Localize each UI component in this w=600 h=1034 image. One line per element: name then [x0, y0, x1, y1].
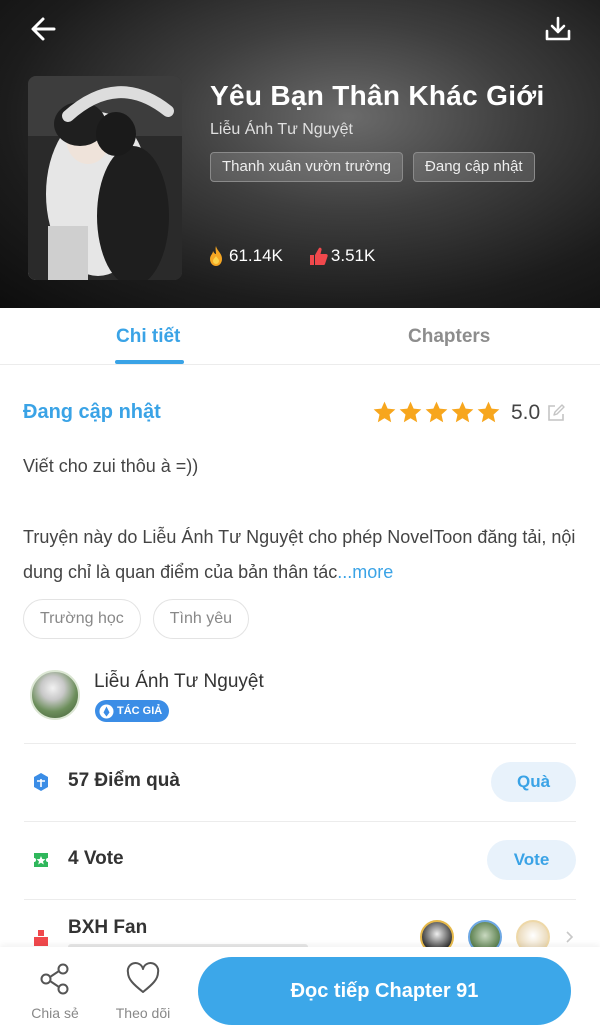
- rating[interactable]: 5.0: [372, 400, 566, 425]
- arrow-left-icon: [31, 17, 56, 41]
- author-badge: TÁC GIẢ: [95, 700, 170, 722]
- book-tags: Thanh xuân vườn trường Đang cập nhật: [210, 152, 535, 182]
- vote-count-label: 4 Vote: [68, 848, 124, 869]
- vote-ticket-icon: [34, 853, 48, 867]
- edit-icon[interactable]: [546, 403, 566, 423]
- views-stat: 61.14K: [205, 244, 283, 268]
- rating-value: 5.0: [511, 400, 541, 424]
- book-title: Yêu Bạn Thân Khác Giới: [210, 80, 545, 111]
- gift-row: 57 Điểm quà Quà: [24, 744, 576, 822]
- genre-tags: Trường học Tình yêu: [23, 599, 250, 639]
- bottom-action-bar: Chia sẻ Theo dõi Đọc tiếp Chapter 91: [0, 947, 600, 1034]
- book-summary: Viết cho zui thôu à =)): [23, 456, 199, 476]
- star-icon: [373, 401, 396, 423]
- vote-button[interactable]: Vote: [487, 840, 576, 880]
- share-icon: [40, 963, 69, 995]
- author-badge-icon: [99, 704, 114, 718]
- follow-button[interactable]: Theo dõi: [108, 961, 178, 1021]
- tag-genre[interactable]: Thanh xuân vườn trường: [210, 152, 404, 182]
- book-cover-image[interactable]: [28, 76, 182, 280]
- likes-count: 3.51K: [330, 246, 376, 265]
- author-row[interactable]: Liễu Ánh Tư Nguyệt TÁC GIẢ: [24, 662, 576, 744]
- download-icon: [545, 16, 571, 41]
- book-author[interactable]: Liễu Ánh Tư Nguyệt: [210, 121, 353, 139]
- detail-tabs: Chi tiết Chapters: [0, 308, 600, 365]
- star-icon: [477, 401, 500, 423]
- continue-reading-button[interactable]: Đọc tiếp Chapter 91: [198, 957, 571, 1025]
- gift-button[interactable]: Quà: [491, 762, 576, 802]
- more-link[interactable]: ...more: [337, 562, 393, 582]
- fan-ranking-icon: [34, 930, 48, 946]
- back-button[interactable]: [24, 12, 64, 46]
- download-button[interactable]: [538, 12, 578, 46]
- tag-status[interactable]: Đang cập nhật: [413, 152, 535, 182]
- heart-icon: [126, 962, 160, 993]
- views-count: 61.14K: [229, 246, 283, 265]
- update-status: Đang cập nhật: [23, 401, 161, 423]
- vote-row: 4 Vote Vote: [24, 822, 576, 900]
- share-button[interactable]: Chia sẻ: [20, 961, 90, 1021]
- gift-points-label: 57 Điểm quà: [68, 770, 180, 791]
- author-avatar: [30, 670, 80, 720]
- book-notice-text: Truyện này do Liễu Ánh Tư Nguyệt cho phé…: [23, 527, 576, 582]
- genre-tag-romance[interactable]: Tình yêu: [152, 599, 250, 639]
- book-stats: 61.14K 3.51K: [205, 244, 375, 268]
- fan-ranking-row[interactable]: BXH Fan: [24, 900, 576, 954]
- author-badge-label: TÁC GIẢ: [117, 705, 163, 717]
- likes-stat: 3.51K: [307, 244, 375, 268]
- genre-tag-school[interactable]: Trường học: [23, 599, 141, 639]
- chevron-right-icon: [566, 931, 574, 943]
- thumbs-up-icon: [309, 247, 328, 265]
- active-tab-indicator: [115, 360, 184, 364]
- book-header: Yêu Bạn Thân Khác Giới Liễu Ánh Tư Nguyệ…: [0, 0, 600, 308]
- flame-icon: [210, 246, 222, 266]
- author-name: Liễu Ánh Tư Nguyệt: [94, 671, 264, 692]
- share-label: Chia sẻ: [31, 1005, 79, 1021]
- fan-ranking-label: BXH Fan: [68, 917, 148, 938]
- star-icon: [425, 401, 448, 423]
- follow-label: Theo dõi: [115, 1005, 171, 1021]
- cover-illustration: [28, 76, 182, 280]
- star-icon: [399, 401, 422, 423]
- book-notice: Truyện này do Liễu Ánh Tư Nguyệt cho phé…: [23, 520, 578, 590]
- star-icon: [451, 401, 474, 423]
- tab-chapters[interactable]: Chapters: [408, 326, 490, 348]
- gift-icon: [34, 773, 48, 791]
- tab-details[interactable]: Chi tiết: [116, 326, 180, 348]
